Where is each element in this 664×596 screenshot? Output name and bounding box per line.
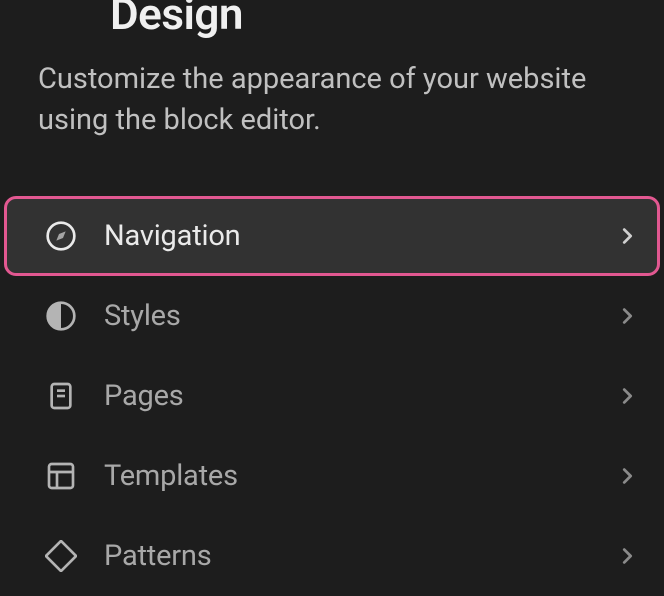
- page-subtitle: Customize the appearance of your website…: [38, 59, 624, 140]
- design-menu: Navigation Styles: [4, 196, 660, 596]
- menu-item-label: Styles: [104, 299, 616, 333]
- menu-item-label: Patterns: [104, 539, 616, 573]
- menu-item-styles[interactable]: Styles: [4, 276, 660, 356]
- layout-icon: [44, 459, 78, 493]
- menu-item-label: Navigation: [104, 219, 616, 253]
- menu-item-pages[interactable]: Pages: [4, 356, 660, 436]
- menu-item-label: Pages: [104, 379, 616, 413]
- compass-icon: [44, 219, 78, 253]
- page-title: Design: [110, 0, 243, 40]
- diamond-icon: [44, 539, 78, 573]
- menu-item-patterns[interactable]: Patterns: [4, 516, 660, 596]
- page-icon: [44, 379, 78, 413]
- half-circle-icon: [44, 299, 78, 333]
- menu-item-templates[interactable]: Templates: [4, 436, 660, 516]
- menu-item-navigation[interactable]: Navigation: [4, 196, 660, 276]
- chevron-right-icon: [616, 385, 638, 407]
- chevron-right-icon: [616, 545, 638, 567]
- menu-item-label: Templates: [104, 459, 616, 493]
- chevron-right-icon: [616, 465, 638, 487]
- chevron-right-icon: [616, 225, 638, 247]
- chevron-right-icon: [616, 305, 638, 327]
